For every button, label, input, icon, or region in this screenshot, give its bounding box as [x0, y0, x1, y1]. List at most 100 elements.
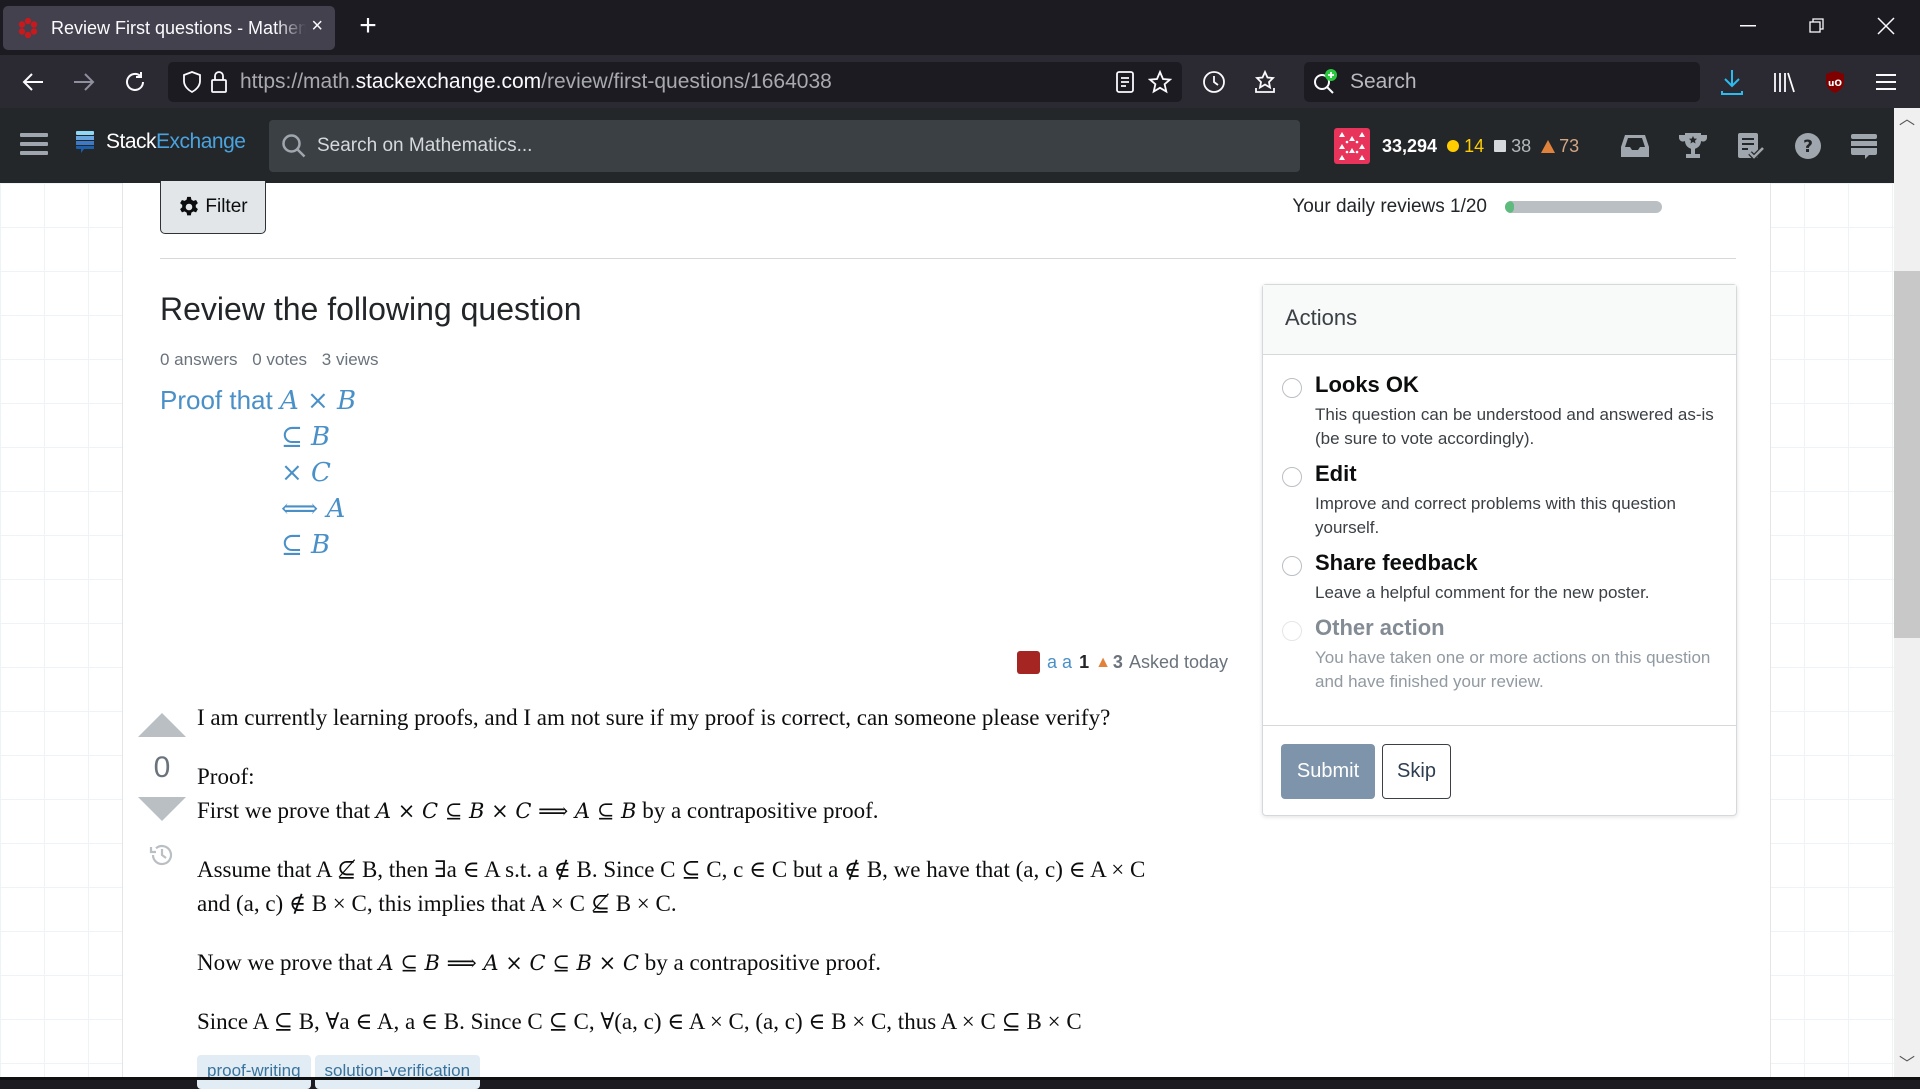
- downvote-button[interactable]: [138, 797, 186, 821]
- avatar[interactable]: [1334, 128, 1370, 164]
- restore-button[interactable]: [1793, 8, 1841, 44]
- option-label: Edit: [1315, 461, 1357, 486]
- filter-button[interactable]: Filter: [160, 181, 266, 234]
- review-queue-icon[interactable]: [1732, 128, 1768, 164]
- ublock-origin-icon[interactable]: uO: [1817, 64, 1853, 100]
- logo-text-exchange: Exchange: [156, 130, 246, 153]
- edit-radio[interactable]: [1282, 467, 1302, 487]
- daily-reviews-label: Your daily reviews 1/20: [1292, 196, 1487, 217]
- tag-solution-verification[interactable]: solution-verification: [314, 1055, 481, 1089]
- daily-reviews-progress-bar: [1505, 201, 1662, 213]
- scroll-down-arrow-icon[interactable]: ﹀: [1894, 1053, 1920, 1077]
- close-window-button[interactable]: [1862, 8, 1910, 44]
- owner-reputation: 1: [1079, 652, 1090, 672]
- stackexchange-logo-icon: [76, 131, 94, 153]
- search-icon: [281, 133, 307, 159]
- body-paragraph: Assume that A ⊈ B, then ∃a ∈ A s.t. a ∉ …: [197, 857, 1146, 916]
- browser-tab-bar: Review First questions - Mathematics Sta…: [0, 0, 1920, 55]
- downloads-icon[interactable]: [1714, 64, 1750, 100]
- tab-close-icon[interactable]: ×: [311, 15, 323, 38]
- title-math: ⊆ B: [281, 530, 331, 560]
- action-share-feedback[interactable]: Share feedback Leave a helpful comment f…: [1263, 550, 1736, 605]
- inbox-icon[interactable]: [1617, 128, 1653, 164]
- body-math: A ⊆ B ⟹ A × C ⊆ B × C: [378, 951, 639, 975]
- submit-button[interactable]: Submit: [1281, 744, 1375, 799]
- new-tab-button[interactable]: +: [350, 8, 386, 44]
- skip-button[interactable]: Skip: [1382, 744, 1451, 799]
- tracking-shield-icon[interactable]: [182, 71, 202, 98]
- page-title: Review the following question: [160, 291, 582, 327]
- body-paragraph: Now we prove that A ⊆ B ⟹ A × C ⊆ B × C …: [197, 946, 1157, 980]
- owner-name-link[interactable]: a a: [1047, 652, 1072, 673]
- logo-text-stack: Stack: [106, 130, 157, 153]
- back-button[interactable]: [15, 64, 51, 100]
- site-topbar: Stack Exchange Search on Mathematics... 3…: [0, 108, 1894, 183]
- vote-cell: 0: [136, 713, 188, 874]
- action-edit[interactable]: Edit Improve and correct problems with t…: [1263, 461, 1736, 540]
- progress-fill: [1505, 201, 1515, 213]
- history-icon[interactable]: [1196, 64, 1232, 100]
- history-icon[interactable]: [148, 841, 176, 874]
- help-icon[interactable]: ?: [1790, 128, 1826, 164]
- daily-reviews: Your daily reviews 1/20: [1292, 196, 1662, 218]
- bronze-badge-count: 73: [1559, 135, 1580, 156]
- lock-icon[interactable]: [210, 70, 228, 99]
- body-text: by a contrapositive proof.: [638, 950, 882, 975]
- bookmarks-menu-icon[interactable]: [1247, 64, 1283, 100]
- site-search-input[interactable]: Search on Mathematics...: [269, 120, 1300, 172]
- option-label: Looks OK: [1315, 372, 1419, 397]
- option-description: Improve and correct problems with this q…: [1315, 494, 1676, 537]
- gear-icon: [180, 196, 199, 216]
- url-text[interactable]: https://math.stackexchange.com/review/fi…: [240, 70, 832, 94]
- actions-title: Actions: [1263, 285, 1736, 355]
- action-other: Other action You have taken one or more …: [1263, 615, 1736, 694]
- silver-badge-icon: [1494, 140, 1507, 152]
- upvote-button[interactable]: [138, 713, 186, 737]
- tag-proof-writing[interactable]: proof-writing: [197, 1055, 311, 1089]
- question-title-link[interactable]: Proof that A × B ⊆ B × C ⟺ A ⊆ B: [160, 382, 1230, 563]
- minimize-button[interactable]: [1724, 8, 1772, 44]
- tab-title: Review First questions - Mathematics Sta…: [51, 17, 306, 38]
- body-paragraph: Proof: First we prove that A × C ⊆ B × C…: [197, 760, 1157, 828]
- user-card[interactable]: 33,294 14 38 73: [1334, 128, 1579, 164]
- address-bar[interactable]: https://math.stackexchange.com/review/fi…: [168, 62, 1182, 102]
- share-feedback-radio[interactable]: [1282, 556, 1302, 576]
- option-description: This question can be understood and answ…: [1315, 405, 1714, 448]
- browser-tab-active[interactable]: Review First questions - Mathematics Sta…: [3, 6, 335, 50]
- option-label: Other action: [1315, 615, 1445, 640]
- browser-search-bar[interactable]: Search: [1304, 62, 1700, 102]
- site-menu-hamburger-icon[interactable]: [20, 133, 48, 157]
- achievements-trophy-icon[interactable]: [1675, 128, 1711, 164]
- forward-button[interactable]: [66, 64, 102, 100]
- url-prefix: https://math.: [240, 70, 356, 93]
- votes-count: 0 votes: [252, 350, 308, 369]
- option-description: Leave a helpful comment for the new post…: [1315, 583, 1650, 602]
- other-action-radio: [1282, 621, 1302, 641]
- svg-text:uO: uO: [1828, 79, 1842, 89]
- tag-list: proof-writing solution-verification: [197, 1055, 484, 1089]
- site-switcher-icon[interactable]: [1846, 128, 1882, 164]
- body-math: A × C ⊆ B × C ⟹ A ⊆ B: [375, 799, 637, 823]
- actions-panel: Actions Looks OK This question can be un…: [1262, 284, 1737, 816]
- silver-badge-count: 38: [1511, 135, 1532, 156]
- stackexchange-logo[interactable]: Stack Exchange: [76, 130, 246, 154]
- url-domain: stackexchange.com: [355, 70, 542, 93]
- library-icon[interactable]: [1766, 64, 1802, 100]
- scrollbar-thumb[interactable]: [1894, 271, 1920, 638]
- owner-avatar[interactable]: [1017, 651, 1041, 674]
- option-description: You have taken one or more actions on th…: [1315, 648, 1711, 691]
- reader-view-icon[interactable]: [1116, 71, 1134, 98]
- bronze-badge-icon: ▲: [1095, 653, 1111, 671]
- title-math: A × B: [279, 386, 357, 416]
- proof-label: Proof:: [197, 764, 255, 789]
- body-paragraph: Since A ⊆ B, ∀a ∈ A, a ∈ B. Since C ⊆ C,…: [197, 1009, 1082, 1034]
- looks-ok-radio[interactable]: [1282, 378, 1302, 398]
- action-looks-ok[interactable]: Looks OK This question can be understood…: [1263, 372, 1736, 451]
- reload-button[interactable]: [117, 64, 153, 100]
- scroll-up-arrow-icon[interactable]: ︿: [1894, 108, 1920, 132]
- page-scrollbar[interactable]: ︿ ﹀: [1894, 108, 1920, 1077]
- app-menu-icon[interactable]: [1868, 64, 1904, 100]
- actions-footer: Submit Skip: [1263, 725, 1736, 799]
- body-paragraph: I am currently learning proofs, and I am…: [197, 705, 1111, 730]
- bookmark-star-icon[interactable]: [1147, 69, 1173, 99]
